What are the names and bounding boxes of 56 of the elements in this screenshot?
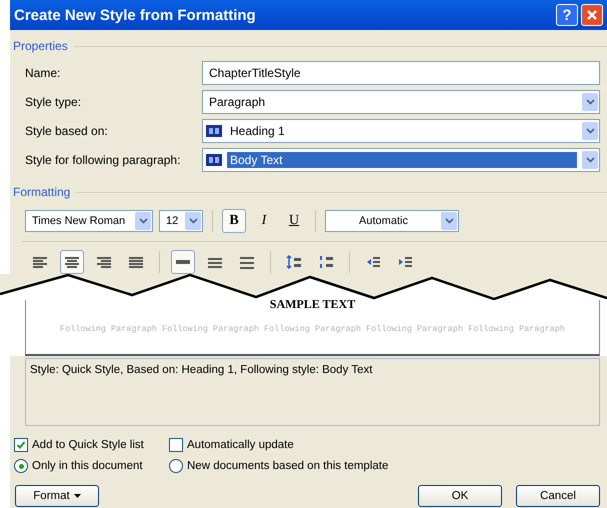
- align-right-icon: [96, 255, 112, 269]
- align-center-icon: [64, 255, 80, 269]
- underline-button[interactable]: U: [282, 209, 306, 233]
- indent-increase-icon: [397, 255, 413, 269]
- align-center-button[interactable]: [60, 250, 84, 274]
- space-after-icon: [318, 255, 334, 269]
- single-spacing-button[interactable]: [171, 250, 195, 274]
- paragraph-style-icon: [206, 125, 222, 137]
- help-button[interactable]: ?: [556, 4, 578, 26]
- style-description: Style: Quick Style, Based on: Heading 1, Following style: Body Text: [25, 358, 600, 426]
- input-field[interactable]: ChapterTitleStyle: [202, 61, 600, 85]
- ok-button[interactable]: OK: [418, 485, 502, 507]
- dropdown[interactable]: Heading 1: [202, 119, 600, 143]
- radio-label: Only in this document: [32, 460, 143, 472]
- italic-button[interactable]: I: [252, 209, 276, 233]
- color-dropdown[interactable]: Automatic: [325, 210, 459, 232]
- dropdown[interactable]: Paragraph: [202, 90, 600, 114]
- close-button[interactable]: [581, 4, 603, 26]
- justify-icon: [128, 255, 144, 269]
- field-value: Automatic: [358, 214, 409, 228]
- one-half-spacing-icon: [207, 255, 223, 269]
- section-heading: Formatting: [13, 185, 607, 199]
- field-label: Name:: [25, 65, 62, 82]
- checkbox-label: Add to Quick Style list: [32, 439, 144, 451]
- checkbox[interactable]: [169, 438, 183, 452]
- dropdown[interactable]: Body Text: [202, 148, 600, 172]
- checkbox[interactable]: [14, 438, 28, 452]
- sample-text: SAMPLE TEXT: [270, 300, 356, 312]
- field-value: Heading 1: [229, 123, 286, 139]
- section-heading: Properties: [13, 39, 607, 53]
- field-value: Times New Roman: [31, 214, 126, 228]
- window-title: Create New Style from Formatting: [14, 6, 257, 24]
- cancel-button[interactable]: Cancel: [516, 485, 600, 507]
- paragraph-style-icon: [206, 154, 222, 166]
- double-spacing-icon: [239, 255, 255, 269]
- following-paragraph-text: Following Paragraph Following Paragraph Following Paragraph Following Paragraph Following Paragraph: [60, 324, 565, 334]
- format-button[interactable]: Format: [15, 485, 99, 507]
- align-left-icon: [32, 255, 48, 269]
- font-dropdown[interactable]: Times New Roman: [25, 210, 153, 232]
- close-icon: [586, 9, 598, 21]
- field-label: Style for following paragraph:: [25, 152, 182, 169]
- radio-label: New documents based on this template: [187, 460, 388, 472]
- field-value: Body Text: [227, 152, 577, 168]
- field-label: Style based on:: [25, 123, 109, 140]
- caret-icon: [74, 494, 81, 498]
- size-dropdown[interactable]: 12: [159, 210, 203, 232]
- field-value: Paragraph: [208, 94, 266, 110]
- field-value: ChapterTitleStyle: [208, 65, 302, 81]
- field-label: Style type:: [25, 94, 82, 111]
- radio-button[interactable]: [169, 459, 183, 473]
- field-value: 12: [165, 214, 180, 228]
- space-before-icon: [286, 255, 302, 269]
- indent-decrease-icon: [365, 255, 381, 269]
- bold-button[interactable]: B: [222, 209, 246, 233]
- checkbox-label: Automatically update: [187, 439, 294, 451]
- radio-button[interactable]: [14, 459, 28, 473]
